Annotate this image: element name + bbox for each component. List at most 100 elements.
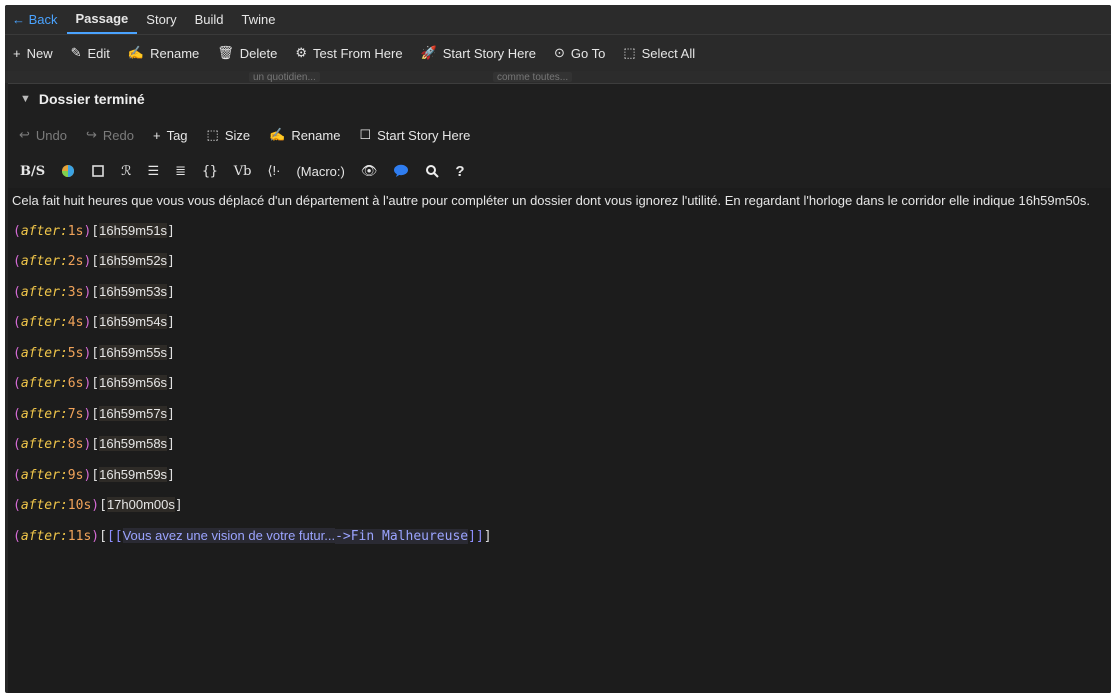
color-icon[interactable] (61, 164, 75, 178)
tab-story[interactable]: Story (137, 5, 185, 34)
eye-icon[interactable]: 👁 (361, 163, 378, 179)
macro-button[interactable]: (Macro:) (296, 164, 344, 179)
link-destination: Fin Malheureuse (350, 529, 469, 544)
align-center-icon[interactable]: ≣ (175, 163, 186, 179)
dialog-title-bar[interactable]: ▼ Dossier terminé (8, 84, 1111, 114)
macro-name: after: (20, 376, 68, 391)
undo-label: Undo (35, 127, 67, 143)
trash-icon: 🗑 (217, 45, 234, 60)
passage-toolbar: + New ✎ Edit ✍ Rename 🗑 Delete ⚙ Test From He… (5, 35, 1111, 72)
redo-button[interactable]: ↪ Redo (86, 127, 134, 143)
link-arrow: -> (335, 529, 351, 544)
undo-button[interactable]: ↩ Undo (19, 127, 67, 143)
hook-text: 16h59m59s (99, 467, 168, 482)
select-all-label: Select All (641, 45, 696, 61)
help-icon[interactable]: ? (455, 163, 464, 180)
macro-arg: 1s (67, 224, 84, 239)
search-icon[interactable] (425, 164, 440, 178)
border-icon[interactable] (91, 164, 105, 178)
code-line-link: (after:11s)[[[Vous avez une vision de vo… (13, 528, 492, 544)
hook-text: 16h59m52s (99, 253, 168, 268)
delete-button[interactable]: 🗑 Delete (217, 45, 277, 61)
code-line: (after:9s)[16h59m59s] (13, 467, 175, 483)
hook-text: 16h59m51s (99, 223, 168, 238)
plus-icon: + (13, 45, 21, 61)
macro-arg: 7s (67, 407, 84, 422)
code-line: (after:3s)[16h59m53s] (13, 284, 175, 300)
macro-arg: 8s (67, 437, 84, 452)
rename-label: Rename (150, 45, 200, 61)
dialog-title: Dossier terminé (38, 91, 145, 107)
size-button[interactable]: ⬚ Size (207, 127, 251, 143)
edit-button[interactable]: ✎ Edit (71, 45, 110, 61)
go-to-button[interactable]: ⊙ Go To (554, 45, 605, 61)
macro-name: after: (20, 346, 68, 361)
tab-build[interactable]: Build (186, 5, 233, 34)
code-line: (after:1s)[16h59m51s] (13, 223, 175, 239)
rename-icon: ✍ (269, 127, 286, 142)
bold-strike-button[interactable]: B/S (20, 164, 45, 179)
hook-text: 16h59m56s (99, 375, 168, 390)
tag-button[interactable]: + Tag (153, 128, 188, 143)
macro-name: after: (20, 437, 68, 452)
rename-passage-button[interactable]: ✍ Rename (269, 127, 340, 143)
start-story-here-checkbox-label: Start Story Here (377, 127, 471, 143)
code-line: (after:4s)[16h59m54s] (13, 314, 175, 330)
macro-arg: 11s (67, 529, 92, 544)
tab-twine[interactable]: Twine (233, 5, 285, 34)
rename-icon: ✍ (127, 45, 145, 60)
new-button[interactable]: + New (13, 46, 53, 61)
new-label: New (26, 45, 53, 61)
tool-icon: ⚙ (295, 45, 307, 60)
variable-icon[interactable]: Vb (234, 164, 252, 179)
rename-button[interactable]: ✍ Rename (128, 45, 199, 61)
size-label: Size (224, 127, 251, 143)
macro-arg: 9s (67, 468, 84, 483)
redo-icon: ↪ (85, 127, 97, 142)
rocket-icon: 🚀 (420, 45, 437, 60)
code-line: (after:2s)[16h59m52s] (13, 253, 175, 269)
hook-text: 16h59m57s (99, 406, 168, 421)
dialog-toolbar: ↩ Undo ↪ Redo + Tag ⬚ Size ✍ Rename ☐ Start St… (8, 124, 478, 146)
macro-arg: 4s (67, 315, 84, 330)
tab-passage[interactable]: Passage (66, 5, 138, 34)
macro-arg: 2s (67, 254, 84, 269)
macro-arg: 5s (67, 346, 84, 361)
back-button[interactable]: ← Back (5, 5, 67, 34)
macro-name: after: (20, 224, 68, 239)
test-from-here-label: Test From Here (313, 45, 403, 61)
ghost-passage-card: comme toutes... (493, 72, 573, 83)
select-all-button[interactable]: ⬚ Select All (623, 45, 695, 61)
hook-text: 16h59m55s (99, 345, 168, 360)
chevron-down-icon[interactable]: ▼ (20, 93, 31, 105)
macro-name: after: (20, 315, 68, 330)
comment-icon[interactable] (393, 164, 409, 178)
code-hook-icon[interactable]: ⟨!· (267, 163, 280, 179)
edit-label: Edit (87, 45, 110, 61)
start-story-here-button[interactable]: 🚀 Start Story Here (421, 45, 536, 61)
passage-text-editor[interactable]: Cela fait huit heures que vous vous dépl… (8, 188, 1111, 693)
go-to-label: Go To (570, 45, 606, 61)
macro-name: after: (20, 529, 68, 544)
size-icon: ⬚ (206, 127, 219, 142)
transition-icon[interactable]: ℛ (121, 163, 131, 179)
code-line: (after:5s)[16h59m55s] (13, 345, 175, 361)
start-story-here-label: Start Story Here (442, 45, 536, 61)
undo-icon: ↩ (19, 127, 30, 142)
start-story-here-checkbox[interactable]: ☐ Start Story Here (359, 127, 470, 143)
macro-arg: 3s (67, 285, 84, 300)
link-text: Vous avez une vision de votre futur... (122, 528, 336, 543)
edit-icon: ✎ (70, 45, 82, 60)
macro-name: after: (20, 285, 68, 300)
target-icon: ⊙ (553, 45, 565, 60)
passage-edit-dialog: ▼ Dossier terminé ↩ Undo ↪ Redo + Tag ⬚ Size… (8, 83, 1111, 693)
macro-arg: 6s (67, 376, 84, 391)
braces-icon[interactable]: {} (202, 164, 218, 179)
list-icon[interactable]: ☰ (148, 163, 160, 179)
macro-name: after: (20, 498, 68, 513)
macro-name: after: (20, 254, 68, 269)
top-menu-bar: ← Back Passage Story Build Twine (5, 5, 1111, 35)
macro-name: after: (20, 468, 68, 483)
test-from-here-button[interactable]: ⚙ Test From Here (295, 45, 402, 61)
redo-label: Redo (102, 127, 134, 143)
